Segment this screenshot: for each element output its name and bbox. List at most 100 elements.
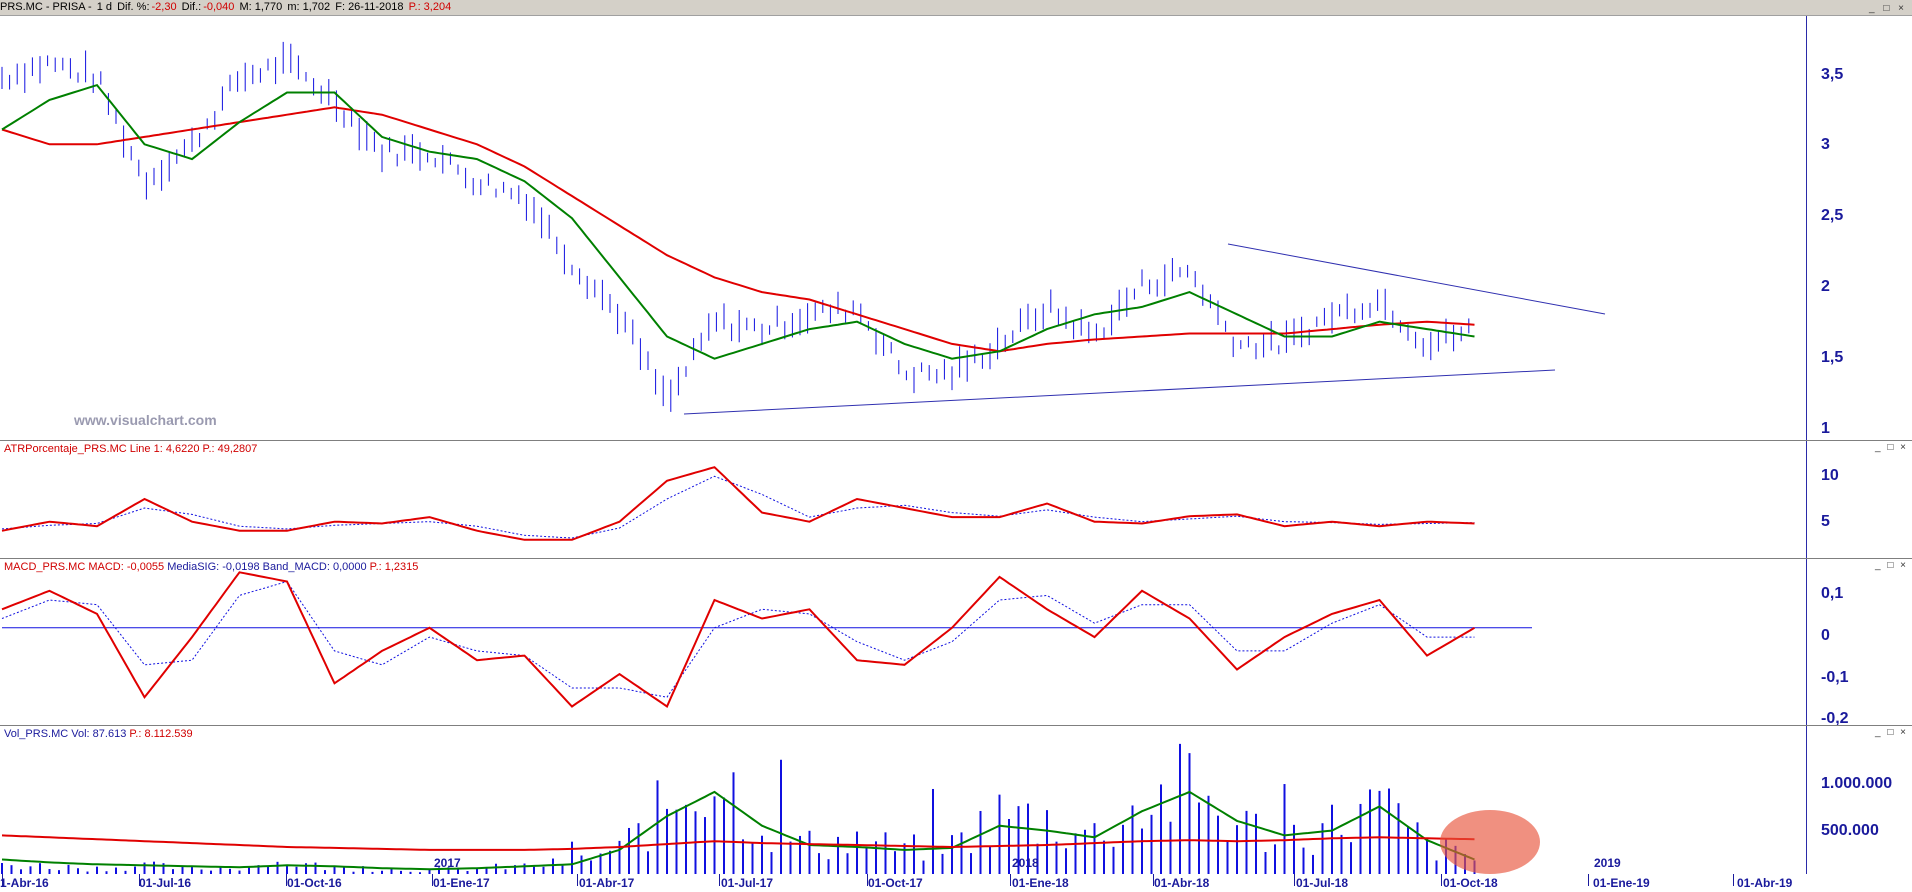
macd-band-value: Band_MACD: 0,0000 xyxy=(262,561,367,573)
atr-line xyxy=(1,466,1475,541)
restore-button[interactable]: □ xyxy=(1887,442,1895,453)
price-tick: 2,5 xyxy=(1821,207,1844,224)
x-axis-label: 01-Oct-16 xyxy=(287,876,342,890)
atr-p-value: P.: 49,2807 xyxy=(202,443,258,455)
atr-panel[interactable]: ATRPorcentaje_PRS.MC Line 1: 4,6220 P.: … xyxy=(0,441,1912,559)
x-axis-label: 01-Abr-19 xyxy=(1737,876,1793,890)
volume-axis[interactable]: 1.000.000 500.000 xyxy=(1806,726,1912,874)
atr-plot[interactable]: ATRPorcentaje_PRS.MC Line 1: 4,6220 P.: … xyxy=(0,441,1806,558)
x-tick-mark xyxy=(1294,874,1295,886)
x-axis-label: 01-Ene-18 xyxy=(1012,876,1069,890)
x-axis-label: 1-Abr-16 xyxy=(0,876,49,890)
atr-line-value: Line 1: 4,6220 xyxy=(129,443,200,455)
x-axis-label: 01-Jul-17 xyxy=(721,876,774,890)
volume-panel[interactable]: Vol_PRS.MC Vol: 87.613 P.: 8.112.539 1.0… xyxy=(0,726,1912,874)
macd-tick: 0 xyxy=(1821,627,1830,644)
price-panel[interactable]: www.visualchart.com 3,5 3 2,5 2 1,5 1 xyxy=(0,16,1912,441)
atr-legend: ATRPorcentaje_PRS.MC Line 1: 4,6220 P.: … xyxy=(4,443,257,455)
x-year-label: 2019 xyxy=(1594,856,1621,870)
x-tick-mark xyxy=(1010,874,1011,886)
macd-legend: MACD_PRS.MC MACD: -0,0055 MediaSIG: -0,0… xyxy=(4,561,418,573)
watermark: www.visualchart.com xyxy=(74,412,217,428)
price-tick: 1 xyxy=(1821,420,1830,437)
support-trend-line xyxy=(683,369,1556,415)
highlight-ellipse xyxy=(1440,810,1540,874)
volume-p-value: P.: 8.112.539 xyxy=(129,728,193,740)
x-axis-label: 01-Ene-17 xyxy=(433,876,490,890)
atr-axis[interactable]: 10 5 xyxy=(1806,441,1912,558)
max-value: M: 1,770 xyxy=(239,1,283,13)
macd-value: MACD: -0,0055 xyxy=(88,561,165,573)
macd-name: MACD_PRS.MC xyxy=(4,561,86,573)
close-button[interactable]: × xyxy=(1898,3,1906,14)
x-axis-label: 01-Abr-18 xyxy=(1154,876,1210,890)
price-tick: 1,5 xyxy=(1821,349,1844,366)
minimize-button[interactable]: _ xyxy=(1869,3,1877,14)
x-axis-label: 01-Oct-17 xyxy=(868,876,923,890)
macd-tick: 0,1 xyxy=(1821,585,1844,602)
price-plot[interactable]: www.visualchart.com xyxy=(0,16,1806,440)
x-tick-mark xyxy=(577,874,578,886)
volume-plot[interactable]: Vol_PRS.MC Vol: 87.613 P.: 8.112.539 xyxy=(0,726,1806,874)
macd-chart-svg xyxy=(1,571,1532,709)
x-axis-label: 01-Oct-18 xyxy=(1443,876,1498,890)
close-button[interactable]: × xyxy=(1900,560,1908,571)
price-tick: 3 xyxy=(1821,136,1830,153)
volume-chart-svg xyxy=(1,743,1540,874)
restore-button[interactable]: □ xyxy=(1887,727,1895,738)
short-moving-average-line xyxy=(1,83,1475,360)
atr-window-buttons: _ □ × xyxy=(1875,442,1908,453)
volume-value: Vol: 87.613 xyxy=(71,728,127,740)
p-value: P.: 3,204 xyxy=(408,1,452,13)
macd-p-value: P.: 1,2315 xyxy=(369,561,419,573)
macd-tick: -0,2 xyxy=(1821,710,1849,726)
price-axis[interactable]: 3,5 3 2,5 2 1,5 1 xyxy=(1806,16,1912,440)
restore-button[interactable]: □ xyxy=(1883,3,1891,14)
minimize-button[interactable]: _ xyxy=(1875,727,1883,738)
atr-tick: 10 xyxy=(1821,467,1839,484)
macd-window-buttons: _ □ × xyxy=(1875,560,1908,571)
macd-panel[interactable]: MACD_PRS.MC MACD: -0,0055 MediaSIG: -0,0… xyxy=(0,559,1912,726)
title-window-buttons: _ □ × xyxy=(1869,1,1908,16)
macd-signal-line xyxy=(1,580,1475,698)
period-label: 1 d xyxy=(96,1,113,13)
volume-tick: 1.000.000 xyxy=(1821,775,1893,792)
price-chart-svg xyxy=(1,41,1606,415)
atr-chart-svg xyxy=(1,466,1475,541)
title-bar: PRS.MC - PRISA - 1 d Dif. %: -2,30 Dif.: -… xyxy=(0,0,1912,16)
close-button[interactable]: × xyxy=(1900,442,1908,453)
atr-name: ATRPorcentaje_PRS.MC xyxy=(4,443,127,455)
x-axis: 1-Abr-16 01-Jul-16 01-Oct-16 01-Ene-17 0… xyxy=(0,856,1912,892)
long-moving-average-line xyxy=(1,106,1475,353)
resistance-trend-line xyxy=(1227,243,1606,315)
price-tick: 2 xyxy=(1821,278,1830,295)
volume-legend: Vol_PRS.MC Vol: 87.613 P.: 8.112.539 xyxy=(4,728,193,740)
dif-pct-label: Dif. %: xyxy=(117,1,150,13)
macd-plot[interactable]: MACD_PRS.MC MACD: -0,0055 MediaSIG: -0,0… xyxy=(0,559,1806,725)
macd-sig-value: MediaSIG: -0,0198 xyxy=(167,561,260,573)
min-value: m: 1,702 xyxy=(287,1,331,13)
restore-button[interactable]: □ xyxy=(1887,560,1895,571)
x-axis-label: 01-Ene-19 xyxy=(1593,876,1650,890)
x-year-label: 2018 xyxy=(1012,856,1039,870)
x-axis-label: 01-Jul-16 xyxy=(139,876,192,890)
macd-line xyxy=(1,571,1476,709)
macd-axis[interactable]: 0,1 0 -0,1 -0,2 xyxy=(1806,559,1912,725)
close-button[interactable]: × xyxy=(1900,727,1908,738)
x-tick-mark xyxy=(1441,874,1442,886)
volume-long-average-line xyxy=(1,834,1475,851)
volume-name: Vol_PRS.MC xyxy=(4,728,69,740)
x-axis-label: 01-Jul-18 xyxy=(1296,876,1349,890)
dif-value: -0,040 xyxy=(203,1,235,13)
minimize-button[interactable]: _ xyxy=(1875,560,1883,571)
atr-tick: 5 xyxy=(1821,513,1830,530)
price-tick: 3,5 xyxy=(1821,66,1844,83)
minimize-button[interactable]: _ xyxy=(1875,442,1883,453)
volume-tick: 500.000 xyxy=(1821,822,1879,839)
dif-pct-value: -2,30 xyxy=(151,1,177,13)
x-tick-mark xyxy=(719,874,720,886)
x-tick-mark xyxy=(1733,874,1734,886)
atr-signal-line xyxy=(1,475,1475,539)
x-axis-label: 01-Abr-17 xyxy=(579,876,635,890)
volume-window-buttons: _ □ × xyxy=(1875,727,1908,738)
